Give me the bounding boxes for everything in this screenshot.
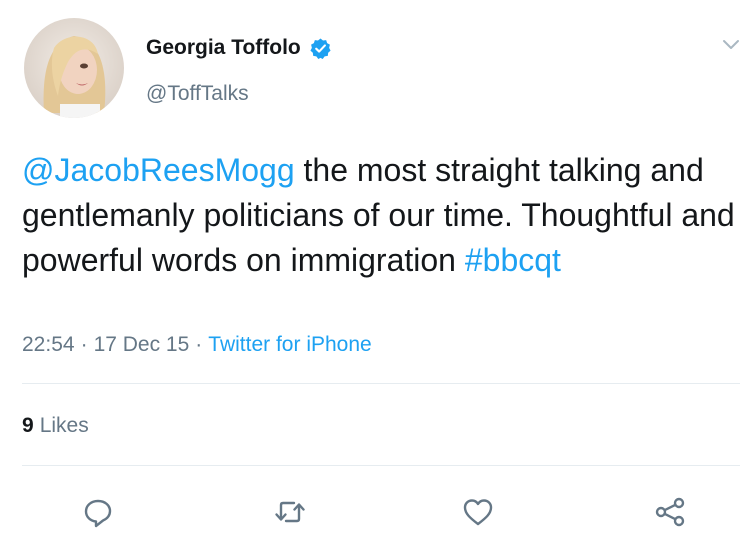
tweet-time: 22:54 — [22, 333, 75, 356]
author-handle[interactable]: @ToffTalks — [146, 82, 249, 106]
chevron-down-icon[interactable] — [722, 38, 740, 50]
likes-label: Likes — [39, 414, 89, 437]
likes-stat[interactable]: 9 Likes — [22, 414, 89, 438]
meta-separator: · — [195, 333, 203, 356]
reply-icon — [84, 499, 112, 528]
mention-link[interactable]: @JacobReesMogg — [22, 152, 295, 188]
divider — [22, 383, 740, 384]
tweet-text: @JacobReesMogg the most straight talking… — [22, 148, 742, 283]
meta-separator: · — [80, 333, 88, 356]
hashtag-link[interactable]: #bbcqt — [465, 242, 561, 278]
author-display-name[interactable]: Georgia Toffolo — [146, 36, 301, 60]
retweet-button[interactable] — [270, 492, 310, 532]
share-button[interactable] — [650, 492, 690, 532]
avatar[interactable] — [24, 18, 124, 118]
retweet-icon — [275, 501, 305, 523]
reply-button[interactable] — [78, 492, 118, 532]
like-button[interactable] — [458, 492, 498, 532]
divider — [22, 465, 740, 466]
verified-badge-icon — [309, 37, 332, 60]
heart-icon — [463, 499, 493, 526]
likes-count: 9 — [22, 414, 34, 437]
tweet-date: 17 Dec 15 — [93, 333, 190, 356]
share-icon — [655, 497, 685, 527]
avatar-image — [24, 18, 124, 118]
action-bar — [0, 492, 750, 536]
author-name[interactable]: Georgia Toffolo — [146, 36, 332, 60]
tweet-source-link[interactable]: Twitter for iPhone — [208, 333, 371, 357]
tweet-meta: 22:54 · 17 Dec 15 · Twitter for iPhone — [22, 333, 372, 357]
